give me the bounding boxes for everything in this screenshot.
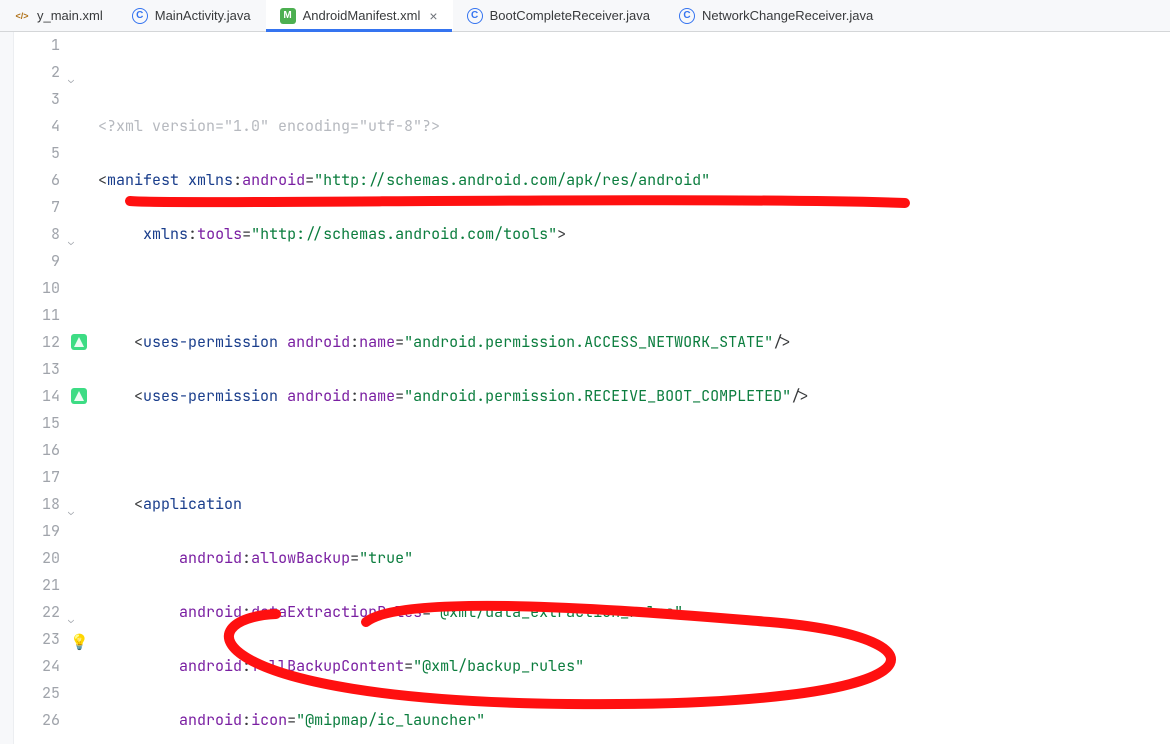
code-editor[interactable]: 1234567891011121314151617181920212223242… [0, 32, 1170, 744]
code-line[interactable] [98, 437, 1170, 464]
line-number: 25 [14, 680, 60, 707]
line-number: 6 [14, 167, 60, 194]
tab-label: BootCompleteReceiver.java [490, 8, 650, 23]
intention-bulb-icon[interactable]: 💡 [70, 629, 89, 656]
line-number: 8 [14, 221, 60, 248]
tab-label: AndroidManifest.xml [303, 8, 421, 23]
line-number: 17 [14, 464, 60, 491]
android-gutter-icon[interactable] [71, 388, 87, 404]
java-class-icon: C [132, 8, 148, 24]
left-rail [0, 32, 14, 744]
tab-t2[interactable]: M AndroidManifest.xml × [266, 0, 453, 31]
code-line[interactable]: android:icon="@mipmap/ic_launcher" [98, 707, 1170, 734]
line-number: 12 [14, 329, 60, 356]
manifest-icon: M [280, 8, 296, 24]
line-number: 1 [14, 32, 60, 59]
tab-t1[interactable]: C MainActivity.java [118, 0, 266, 31]
code-line[interactable]: <application [98, 491, 1170, 518]
tab-label: y_main.xml [37, 8, 103, 23]
java-class-icon: C [679, 8, 695, 24]
code-line[interactable]: <?xml version="1.0" encoding="utf-8"?> [98, 113, 1170, 140]
tab-t4[interactable]: C NetworkChangeReceiver.java [665, 0, 888, 31]
fold-toggle-icon[interactable]: ⌄ [68, 228, 74, 255]
fold-toggle-icon[interactable]: ⌄ [68, 498, 74, 525]
line-number: 3 [14, 86, 60, 113]
code-line[interactable]: android:fullBackupContent="@xml/backup_r… [98, 653, 1170, 680]
line-number: 18 [14, 491, 60, 518]
xml-file-icon: </> [14, 8, 30, 24]
tab-label: NetworkChangeReceiver.java [702, 8, 873, 23]
line-number: 24 [14, 653, 60, 680]
line-number: 14 [14, 383, 60, 410]
line-number: 23 [14, 626, 60, 653]
code-line[interactable]: <uses-permission android:name="android.p… [98, 329, 1170, 356]
line-number: 13 [14, 356, 60, 383]
code-line[interactable]: android:allowBackup="true" [98, 545, 1170, 572]
code-line[interactable]: <uses-permission android:name="android.p… [98, 383, 1170, 410]
line-number: 9 [14, 248, 60, 275]
line-number: 22 [14, 599, 60, 626]
line-number-gutter: 1234567891011121314151617181920212223242… [14, 32, 68, 744]
close-icon[interactable]: × [429, 8, 437, 24]
line-number: 19 [14, 518, 60, 545]
android-gutter-icon[interactable] [71, 334, 87, 350]
line-number: 16 [14, 437, 60, 464]
line-number: 21 [14, 572, 60, 599]
line-number: 10 [14, 275, 60, 302]
line-number: 20 [14, 545, 60, 572]
gutter-icons: ⌄⌄⌄⌄💡 [68, 32, 98, 744]
fold-toggle-icon[interactable]: ⌄ [68, 66, 74, 93]
line-number: 4 [14, 113, 60, 140]
tab-t3[interactable]: C BootCompleteReceiver.java [453, 0, 665, 31]
tab-t0[interactable]: </> y_main.xml [0, 0, 118, 31]
line-number: 11 [14, 302, 60, 329]
tab-label: MainActivity.java [155, 8, 251, 23]
code-line[interactable]: android:dataExtractionRules="@xml/data_e… [98, 599, 1170, 626]
code-area[interactable]: <?xml version="1.0" encoding="utf-8"?> <… [98, 32, 1170, 744]
code-line[interactable]: xmlns:tools="http://schemas.android.com/… [98, 221, 1170, 248]
line-number: 7 [14, 194, 60, 221]
line-number: 2 [14, 59, 60, 86]
code-line[interactable]: <manifest xmlns:android="http://schemas.… [98, 167, 1170, 194]
java-class-icon: C [467, 8, 483, 24]
editor-tabbar: </> y_main.xml C MainActivity.java M AndroidM… [0, 0, 1170, 32]
line-number: 26 [14, 707, 60, 734]
code-line[interactable] [98, 275, 1170, 302]
line-number: 5 [14, 140, 60, 167]
line-number: 15 [14, 410, 60, 437]
